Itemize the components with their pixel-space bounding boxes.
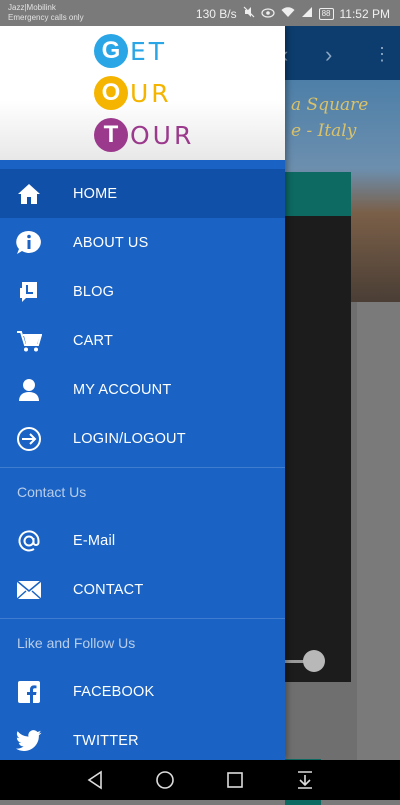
menu-label-twitter: TWITTER xyxy=(73,732,139,749)
nav-notification-pull-icon[interactable] xyxy=(296,770,314,795)
drawer-menu: HOME ABOUT US BLOG CART MY ACCOUNT LOGIN… xyxy=(0,169,285,760)
menu-item-twitter[interactable]: TWITTER xyxy=(0,716,285,760)
emergency-text: Emergency calls only xyxy=(8,13,84,22)
mute-icon xyxy=(243,6,255,21)
menu-label-email: E-Mail xyxy=(73,532,116,549)
facebook-icon xyxy=(16,679,42,705)
menu-item-email[interactable]: E-Mail xyxy=(0,516,285,565)
status-right: 130 B/s 88 11:52 PM xyxy=(196,6,390,21)
blog-icon xyxy=(16,279,42,305)
menu-item-contact[interactable]: CONTACT xyxy=(0,565,285,614)
menu-label-contact: CONTACT xyxy=(73,581,144,598)
wifi-icon xyxy=(281,6,295,21)
forward-chevron-icon: › xyxy=(325,42,333,67)
nav-home-icon[interactable] xyxy=(155,770,175,795)
envelope-icon xyxy=(16,577,42,603)
eye-icon xyxy=(261,7,275,21)
navigation-drawer: G ET O UR T OUR HOME ABOUT US BLOG CART … xyxy=(0,26,285,760)
logo-letter-g: G xyxy=(94,34,128,68)
menu-item-my-account[interactable]: MY ACCOUNT xyxy=(0,365,285,414)
person-icon xyxy=(16,377,42,403)
section-header-follow: Like and Follow Us xyxy=(17,635,136,651)
login-icon xyxy=(16,426,42,452)
menu-item-about-us[interactable]: ABOUT US xyxy=(0,218,285,267)
menu-item-home[interactable]: HOME xyxy=(0,169,285,218)
logo-text-our: OUR xyxy=(130,120,195,150)
system-nav-bar xyxy=(0,760,400,800)
info-icon xyxy=(16,230,42,256)
background-panel xyxy=(357,302,400,760)
home-icon xyxy=(16,181,42,207)
background-slider-knob xyxy=(303,650,325,672)
logo-row-tour: T OUR xyxy=(94,114,214,156)
twitter-icon xyxy=(16,728,42,754)
clock: 11:52 PM xyxy=(339,6,390,21)
section-header-contact: Contact Us xyxy=(17,484,87,500)
cart-icon xyxy=(16,328,42,354)
network-speed: 130 B/s xyxy=(195,6,237,21)
drawer-header: G ET O UR T OUR xyxy=(0,26,285,160)
menu-label-facebook: FACEBOOK xyxy=(73,683,155,700)
menu-label-login-logout: LOGIN/LOGOUT xyxy=(73,430,186,447)
menu-label-my-account: MY ACCOUNT xyxy=(73,381,172,398)
background-card-header xyxy=(285,172,351,216)
menu-label-cart: CART xyxy=(73,332,114,349)
menu-label-blog: BLOG xyxy=(73,283,115,300)
logo-row-get: G ET xyxy=(94,30,214,72)
logo-letter-t: T xyxy=(94,118,128,152)
logo-text-ur: UR xyxy=(130,78,172,108)
menu-label-home: HOME xyxy=(73,185,118,202)
logo-letter-o: O xyxy=(94,76,128,110)
signal-icon xyxy=(301,6,313,21)
menu-item-cart[interactable]: CART xyxy=(0,316,285,365)
carrier-info: Jazz|Mobilink Emergency calls only xyxy=(8,3,84,23)
background-toolbar: ‹ › ⋮ xyxy=(281,26,400,80)
logo-row-our: O UR xyxy=(94,72,214,114)
menu-item-facebook[interactable]: FACEBOOK xyxy=(0,667,285,716)
nav-recents-icon[interactable] xyxy=(226,771,244,794)
menu-item-login-logout[interactable]: LOGIN/LOGOUT xyxy=(0,414,285,463)
at-icon xyxy=(16,528,42,554)
status-bar: Jazz|Mobilink Emergency calls only 130 B… xyxy=(0,0,400,26)
background-card xyxy=(285,172,351,805)
get-our-tour-logo: G ET O UR T OUR xyxy=(94,30,214,156)
battery-icon: 88 xyxy=(318,7,334,20)
carrier-name: Jazz|Mobilink xyxy=(8,3,56,12)
menu-label-about-us: ABOUT US xyxy=(73,234,149,251)
more-vert-icon: ⋮ xyxy=(373,44,391,64)
logo-text-et: ET xyxy=(130,36,168,66)
hero-caption: a Square e - Italy xyxy=(291,95,369,141)
nav-back-icon[interactable] xyxy=(86,770,106,795)
menu-item-blog[interactable]: BLOG xyxy=(0,267,285,316)
background-app: ‹ › ⋮ a Square e - Italy xyxy=(281,26,400,805)
